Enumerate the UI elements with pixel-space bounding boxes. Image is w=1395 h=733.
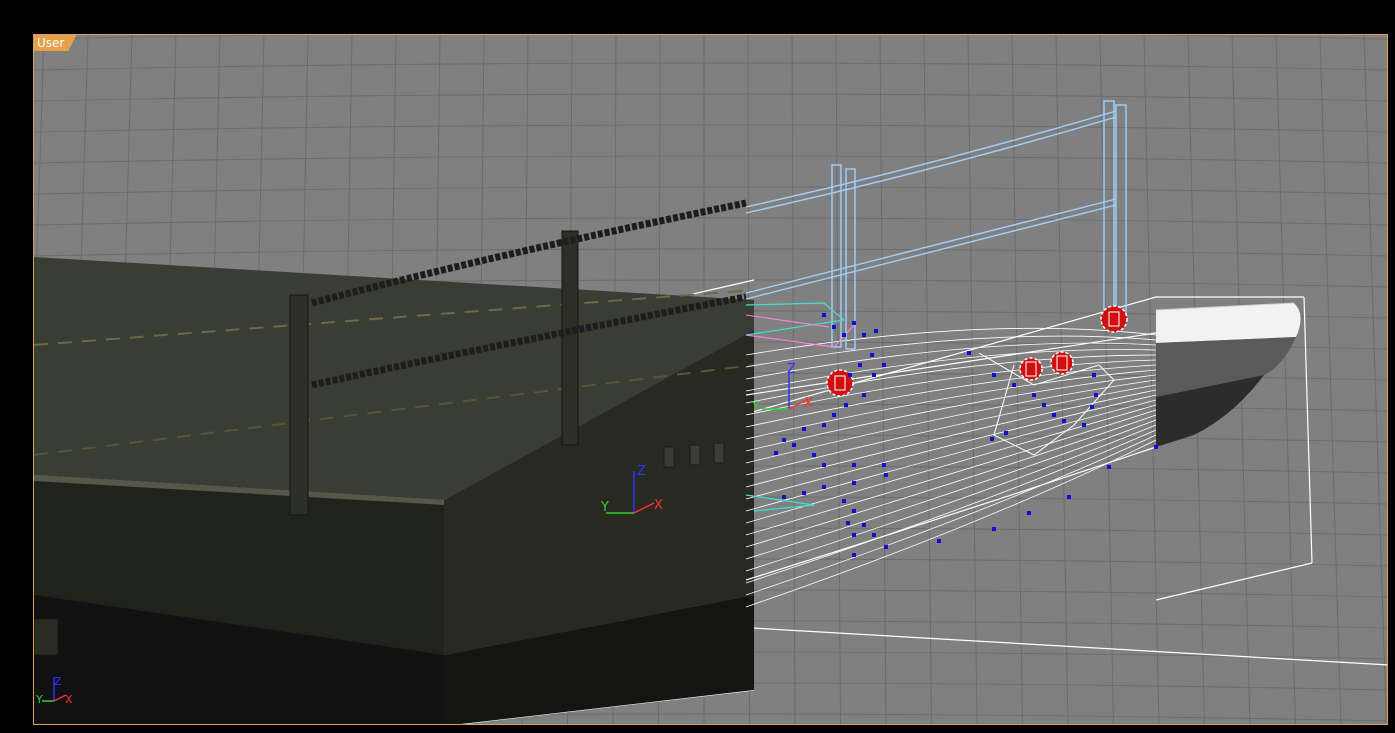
shaded-deck-mesh — [34, 199, 755, 724]
viewport-scene[interactable]: Z Y X Z Y X Z Y X — [34, 35, 1388, 725]
perspective-viewport[interactable]: Z Y X Z Y X Z Y X User — [33, 34, 1388, 725]
gizmo-main-x-label: X — [654, 498, 663, 513]
gizmo-main-z-label: Z — [637, 464, 646, 479]
gizmo-pivot-y-label: Y — [751, 400, 760, 415]
corner-x-label: X — [65, 693, 73, 706]
gizmo-main-y-label: Y — [600, 500, 609, 515]
hull-wireframe — [745, 327, 1157, 608]
gizmo-pivot-x-label: X — [804, 396, 813, 411]
corner-z-label: Z — [54, 675, 62, 688]
mooring-coils — [826, 305, 1128, 397]
gizmo-pivot-z-label: Z — [787, 362, 796, 377]
corner-y-label: Y — [35, 693, 43, 706]
bow-cap-mesh — [1155, 302, 1301, 447]
